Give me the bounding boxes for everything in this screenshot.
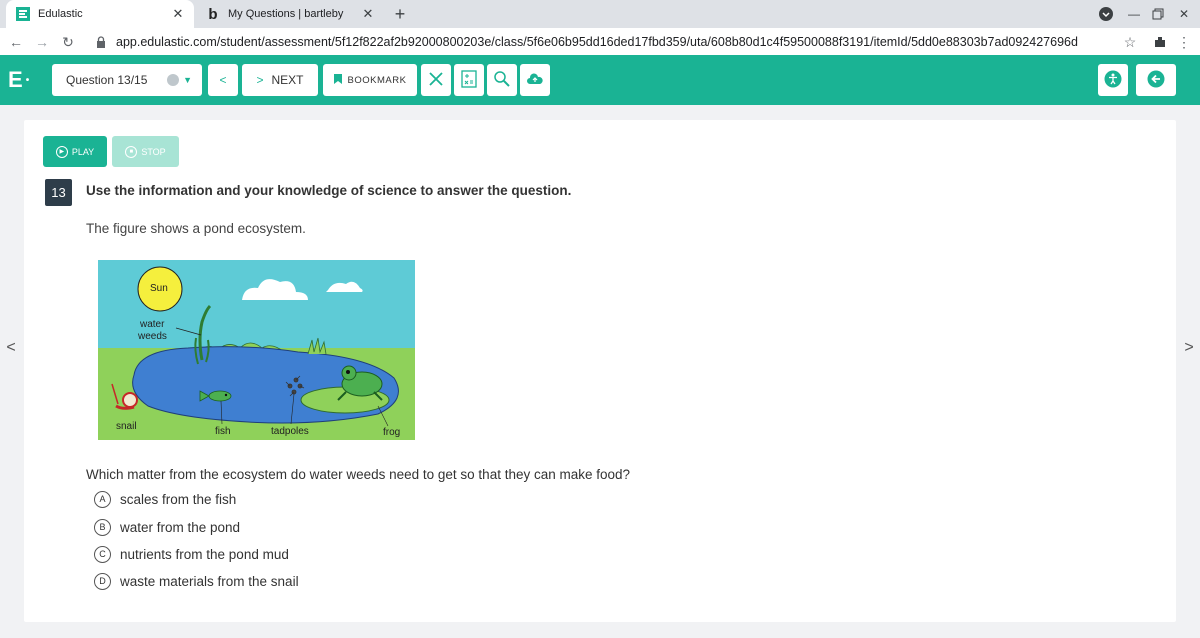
- reload-icon[interactable]: ↻: [58, 32, 78, 52]
- figure-label-snail: snail: [116, 421, 137, 432]
- previous-page-arrow-icon[interactable]: <: [4, 338, 18, 358]
- bookmark-icon: [333, 73, 342, 87]
- figure-label-frog: frog: [383, 427, 401, 438]
- question-selector-label: Question 13/15: [66, 73, 148, 87]
- choice-text: nutrients from the pond mud: [120, 546, 289, 562]
- chevron-right-icon: >: [256, 73, 264, 87]
- cross-icon: [428, 71, 444, 90]
- restore-icon[interactable]: [1150, 4, 1166, 24]
- figure-label-fish: fish: [215, 426, 231, 437]
- close-tab-icon[interactable]: ✕: [360, 6, 376, 22]
- stop-button[interactable]: ■ STOP: [112, 136, 179, 167]
- next-label: NEXT: [271, 73, 304, 87]
- status-dot-icon: [167, 74, 180, 86]
- address-bar[interactable]: app.edulastic.com/student/assessment/5f1…: [84, 30, 1146, 53]
- extensions-icon[interactable]: [1150, 32, 1170, 52]
- calculator-button[interactable]: [454, 64, 484, 96]
- back-arrow-icon[interactable]: ←: [6, 32, 26, 52]
- figure-label-water: water: [140, 319, 165, 330]
- answer-eliminator-button[interactable]: [421, 64, 451, 96]
- tab-title: My Questions | bartleby: [228, 8, 344, 20]
- choice-letter: C: [94, 545, 111, 563]
- edulastic-logo: E •: [8, 67, 30, 92]
- pond-illustration: [98, 260, 415, 440]
- question-stem: Use the information and your knowledge o…: [86, 183, 572, 198]
- bookmark-label: BOOKMARK: [347, 74, 407, 86]
- url-text: app.edulastic.com/student/assessment/5f1…: [116, 34, 1078, 49]
- cloud-upload-icon: [527, 72, 543, 88]
- figure-label-tadpoles: tadpoles: [271, 426, 309, 437]
- choice-letter: B: [94, 518, 111, 536]
- bartleby-favicon-icon: b: [208, 5, 218, 23]
- magnifier-button[interactable]: [487, 64, 517, 96]
- tab-edulastic[interactable]: Edulastic ✕: [6, 0, 194, 28]
- chevron-down-icon: ▼: [183, 75, 192, 85]
- play-label: PLAY: [71, 146, 95, 157]
- tab-title: Edulastic: [38, 8, 83, 20]
- tab-bartleby[interactable]: b My Questions | bartleby ✕: [196, 0, 384, 28]
- accessibility-icon: [1104, 70, 1122, 91]
- figure-intro: The figure shows a pond ecosystem.: [86, 221, 306, 236]
- exit-button[interactable]: [1136, 64, 1176, 96]
- browser-tab-strip: Edulastic ✕ b My Questions | bartleby ✕ …: [0, 0, 1200, 28]
- choice-b[interactable]: B water from the pond: [94, 518, 240, 536]
- choice-d[interactable]: D waste materials from the snail: [94, 572, 299, 590]
- stop-label: STOP: [141, 146, 166, 157]
- browser-toolbar: ← → ↻ app.edulastic.com/student/assessme…: [0, 28, 1200, 55]
- accessibility-button[interactable]: [1098, 64, 1128, 96]
- question-selector[interactable]: Question 13/15 ▼: [52, 64, 202, 96]
- next-page-arrow-icon[interactable]: >: [1182, 338, 1196, 358]
- bookmark-button[interactable]: BOOKMARK: [323, 64, 417, 96]
- choice-text: water from the pond: [120, 519, 241, 535]
- next-button[interactable]: > NEXT: [242, 64, 318, 96]
- figure-label-weeds: weeds: [138, 331, 167, 342]
- choice-a[interactable]: A scales from the fish: [94, 490, 236, 508]
- forward-arrow-icon[interactable]: →: [32, 32, 52, 52]
- menu-kebab-icon[interactable]: ⋮: [1174, 32, 1194, 52]
- choice-c[interactable]: C nutrients from the pond mud: [94, 545, 289, 563]
- lock-icon: [94, 35, 108, 49]
- previous-button[interactable]: <: [208, 64, 238, 96]
- chevron-left-icon: <: [219, 73, 227, 87]
- close-tab-icon[interactable]: ✕: [170, 6, 186, 22]
- minimize-icon[interactable]: —: [1126, 4, 1142, 24]
- choice-letter: A: [94, 490, 111, 508]
- arrow-left-circle-icon: [1147, 70, 1165, 91]
- profile-dropdown-icon[interactable]: [1098, 4, 1114, 24]
- play-icon: ▶: [55, 145, 68, 158]
- pond-ecosystem-figure: Sun water weeds snail fish tadpoles frog: [98, 260, 415, 440]
- choice-text: scales from the fish: [120, 491, 237, 507]
- stop-icon: ■: [125, 145, 138, 158]
- figure-label-sun: Sun: [150, 283, 168, 294]
- upload-button[interactable]: [520, 64, 550, 96]
- choice-text: waste materials from the snail: [120, 573, 299, 589]
- close-window-icon[interactable]: ✕: [1176, 4, 1192, 24]
- edulastic-favicon-icon: [16, 7, 30, 21]
- app-header: E • Question 13/15 ▼ < > NEXT BOOKMARK: [0, 55, 1200, 105]
- question-number-badge: 13: [45, 179, 72, 206]
- choice-letter: D: [94, 572, 111, 590]
- star-icon[interactable]: ☆: [1120, 32, 1140, 52]
- question-prompt: Which matter from the ecosystem do water…: [86, 467, 631, 482]
- search-icon: [493, 70, 511, 91]
- calculator-icon: [461, 69, 477, 91]
- new-tab-icon[interactable]: +: [390, 4, 410, 24]
- play-button[interactable]: ▶ PLAY: [43, 136, 107, 167]
